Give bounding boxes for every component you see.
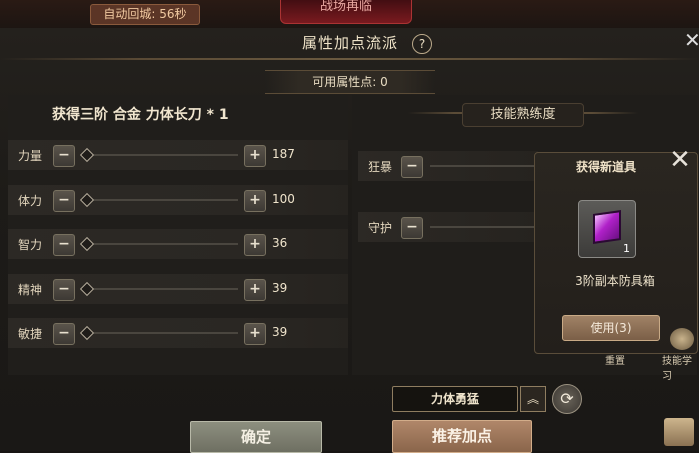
attribute-slider-track[interactable] — [84, 243, 238, 245]
preset-select[interactable]: 力体勇猛 — [392, 386, 518, 412]
skill-slider-track[interactable] — [430, 226, 538, 228]
slider-knob[interactable] — [79, 281, 95, 297]
attribute-row-strength: 力量 − + 187 — [8, 140, 348, 170]
minus-button[interactable]: − — [53, 145, 75, 167]
attribute-value: 39 — [272, 281, 288, 295]
armor-box-icon — [593, 210, 621, 244]
attribute-value: 187 — [272, 147, 295, 161]
attribute-value: 100 — [272, 192, 295, 206]
attribute-label: 智力 — [18, 238, 43, 252]
slider-knob[interactable] — [79, 147, 95, 163]
plus-button[interactable]: + — [244, 279, 266, 301]
minus-button[interactable]: − — [53, 323, 75, 345]
gain-item-text: 获得三阶 合金 力体长刀 * 1 — [52, 107, 229, 123]
plus-button[interactable]: + — [244, 145, 266, 167]
plus-button[interactable]: + — [244, 234, 266, 256]
available-points: 可用属性点: 0 — [265, 70, 435, 94]
skill-learn-icon[interactable] — [670, 328, 694, 350]
attribute-slider-track[interactable] — [84, 288, 238, 290]
skill-label: 狂暴 — [368, 160, 393, 174]
title-divider — [0, 58, 699, 60]
use-button[interactable]: 使用(3) — [562, 315, 660, 341]
plus-button[interactable]: + — [244, 190, 266, 212]
popup-title: 获得新道具 — [575, 160, 636, 174]
attribute-row-intelligence: 智力 − + 36 — [8, 229, 348, 259]
skill-row-berserk: 狂暴 − — [358, 151, 538, 181]
plus-button[interactable]: + — [244, 323, 266, 345]
attribute-value: 36 — [272, 236, 288, 250]
slider-knob[interactable] — [79, 236, 95, 252]
attribute-slider-track[interactable] — [84, 332, 238, 334]
item-count: 1 — [623, 242, 630, 255]
attribute-label: 体力 — [18, 194, 43, 208]
minus-button[interactable]: − — [401, 217, 423, 239]
item-name: 3阶副本防具箱 — [575, 274, 655, 288]
skill-slider-track[interactable] — [430, 165, 538, 167]
attribute-slider-track[interactable] — [84, 154, 238, 156]
help-icon[interactable]: ? — [412, 34, 432, 54]
close-icon[interactable]: ✕ — [684, 30, 699, 50]
attribute-label: 敏捷 — [18, 327, 43, 341]
skill-label: 守护 — [368, 221, 393, 235]
skill-row-guard: 守护 − — [358, 212, 538, 242]
popup-close-icon[interactable]: ✕ — [666, 146, 694, 174]
attribute-row-vitality: 体力 − + 100 — [8, 185, 348, 215]
skill-learn-label[interactable]: 技能学习 — [662, 352, 699, 382]
attribute-row-agility: 敏捷 − + 39 — [8, 318, 348, 348]
refresh-icon[interactable]: ⟳ — [552, 384, 582, 414]
attribute-label: 精神 — [18, 283, 43, 297]
book-icon[interactable] — [664, 418, 694, 446]
chevron-up-icon[interactable]: ︽ — [520, 386, 546, 412]
attribute-label: 力量 — [18, 149, 43, 163]
attribute-row-spirit: 精神 − + 39 — [8, 274, 348, 304]
slider-knob[interactable] — [79, 325, 95, 341]
skill-proficiency-header: 技能熟练度 — [462, 103, 584, 127]
slider-knob[interactable] — [79, 192, 95, 208]
attribute-value: 39 — [272, 325, 288, 339]
auto-return-timer: 自动回城: 56秒 — [90, 4, 200, 25]
minus-button[interactable]: − — [53, 234, 75, 256]
minus-button[interactable]: − — [53, 190, 75, 212]
confirm-button[interactable]: 确定 — [190, 421, 322, 453]
battle-tab[interactable]: 战场再临 — [280, 0, 412, 24]
minus-button[interactable]: − — [401, 156, 423, 178]
minus-button[interactable]: − — [53, 279, 75, 301]
reset-label[interactable]: 重置 — [605, 352, 625, 367]
attribute-slider-track[interactable] — [84, 199, 238, 201]
recommend-points-button[interactable]: 推荐加点 — [392, 420, 532, 453]
